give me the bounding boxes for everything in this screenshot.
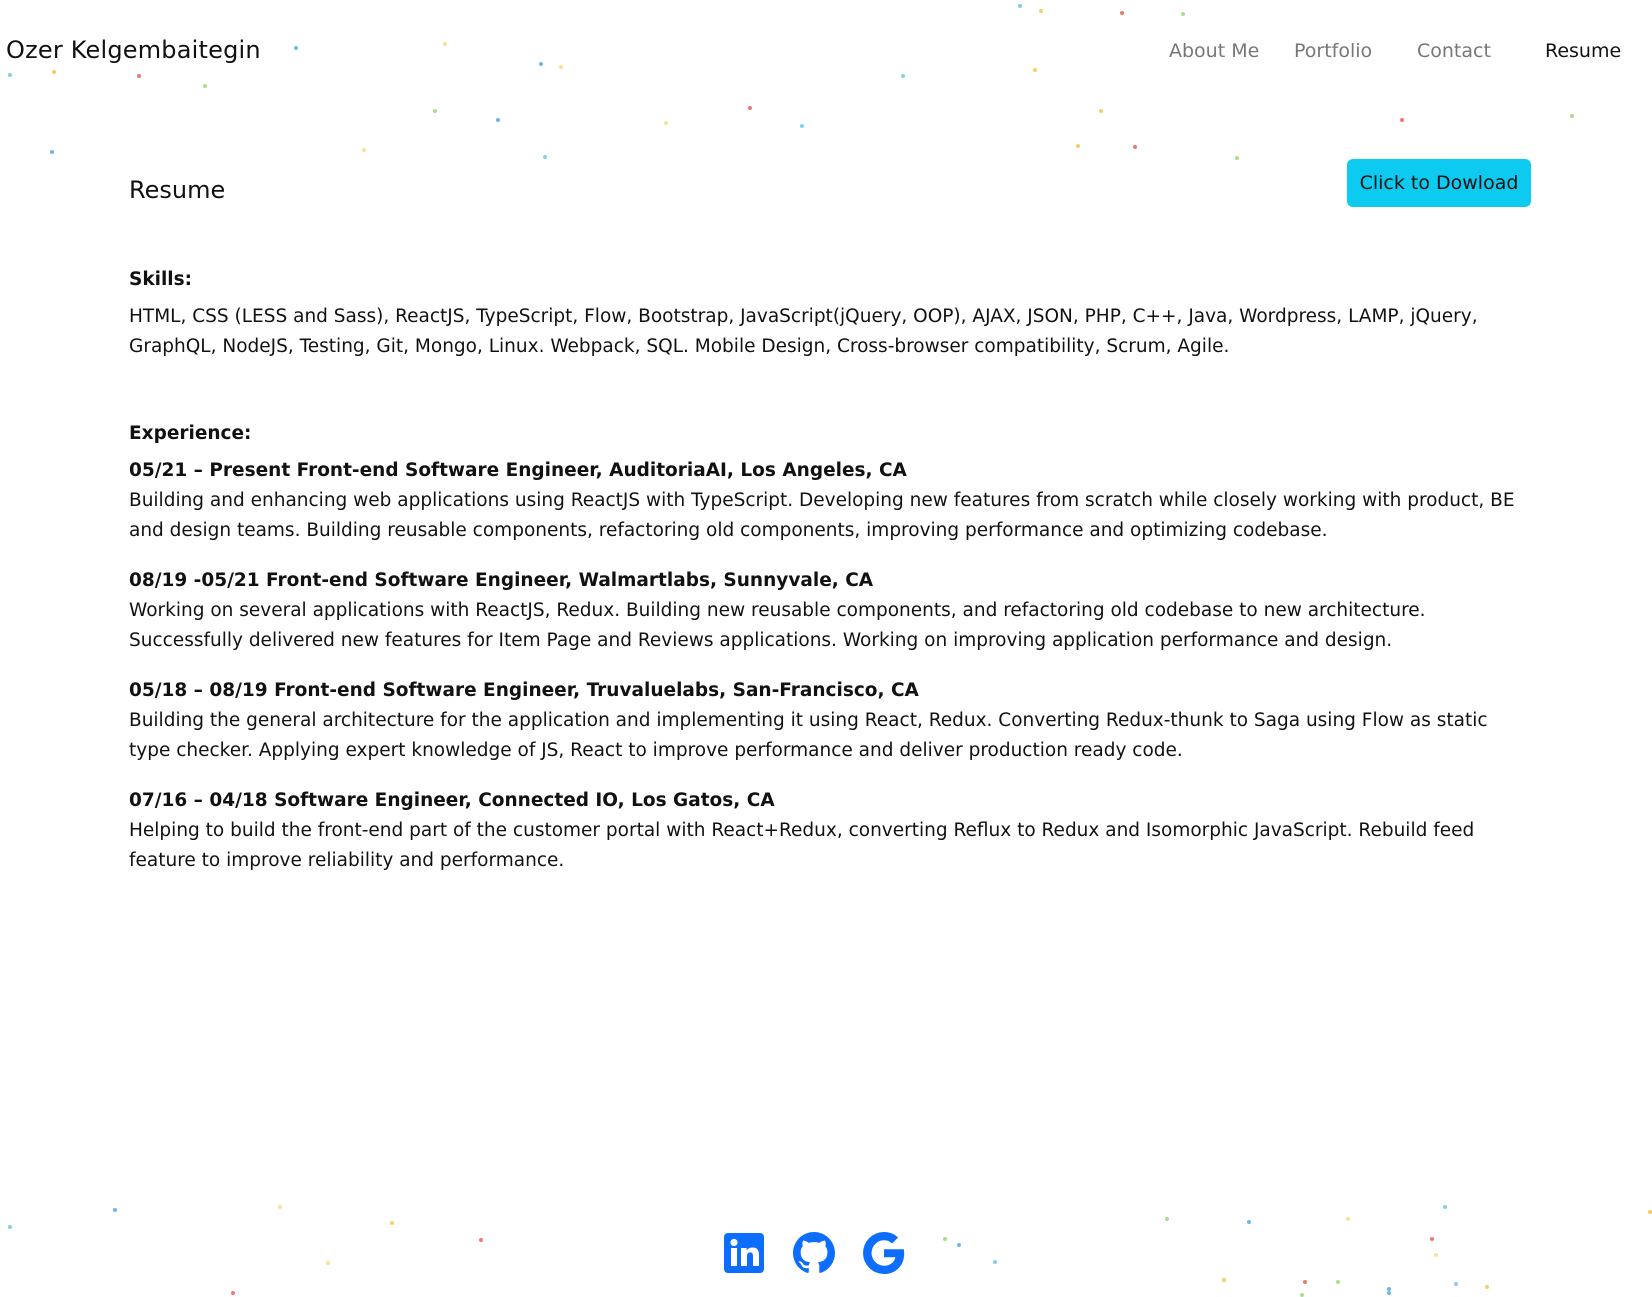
- nav-contact[interactable]: Contact: [1417, 40, 1491, 62]
- confetti-dot: [1485, 1285, 1489, 1289]
- job-title: 05/21 – Present Front-end Software Engin…: [129, 460, 907, 481]
- job-title: 05/18 – 08/19 Front-end Software Enginee…: [129, 680, 919, 701]
- confetti-dot: [1247, 1220, 1251, 1224]
- confetti-dot: [1076, 144, 1080, 148]
- confetti-dot: [1430, 1237, 1434, 1241]
- linkedin-link[interactable]: [723, 1232, 765, 1274]
- confetti-dot: [800, 124, 804, 128]
- confetti-dot: [1039, 9, 1043, 13]
- experience-item: 05/18 – 08/19 Front-end Software Enginee…: [129, 676, 1529, 766]
- confetti-dot: [496, 118, 500, 122]
- confetti-dot: [433, 109, 437, 113]
- confetti-dot: [901, 74, 905, 78]
- confetti-dot: [8, 73, 12, 77]
- job-description: Building the general architecture for th…: [129, 710, 1488, 761]
- confetti-dot: [1099, 109, 1103, 113]
- experience-item: 08/19 -05/21 Front-end Software Engineer…: [129, 566, 1529, 656]
- google-link[interactable]: [863, 1232, 905, 1274]
- confetti-dot: [137, 74, 141, 78]
- confetti-dot: [993, 1260, 997, 1264]
- job-description: Building and enhancing web applications …: [129, 490, 1515, 541]
- confetti-dot: [957, 1243, 961, 1247]
- confetti-dot: [1165, 1217, 1169, 1221]
- confetti-dot: [1303, 1280, 1307, 1284]
- confetti-dot: [1346, 1217, 1350, 1221]
- nav-portfolio[interactable]: Portfolio: [1294, 40, 1372, 62]
- confetti-dot: [1387, 1291, 1391, 1295]
- experience-item: 05/21 – Present Front-end Software Engin…: [129, 456, 1529, 546]
- confetti-dot: [1300, 1293, 1304, 1297]
- confetti-dot: [1120, 11, 1124, 15]
- confetti-dot: [1434, 1253, 1438, 1257]
- confetti-dot: [1443, 1205, 1447, 1209]
- confetti-dot: [362, 148, 366, 152]
- experience-item: 07/16 – 04/18 Software Engineer, Connect…: [129, 786, 1529, 876]
- confetti-dot: [8, 1225, 12, 1229]
- confetti-dot: [203, 84, 207, 88]
- confetti-dot: [1400, 118, 1404, 122]
- confetti-dot: [748, 106, 752, 110]
- confetti-dot: [1336, 1280, 1340, 1284]
- confetti-dot: [479, 1238, 483, 1242]
- confetti-dot: [1570, 114, 1574, 118]
- linkedin-icon: [724, 1233, 764, 1273]
- confetti-dot: [326, 1261, 330, 1265]
- confetti-dot: [278, 1205, 282, 1209]
- confetti-dot: [52, 70, 56, 74]
- github-icon: [793, 1232, 835, 1273]
- confetti-dot: [1018, 4, 1022, 8]
- confetti-dot: [1387, 1287, 1391, 1291]
- confetti-dot: [1454, 1282, 1458, 1286]
- nav-about-me[interactable]: About Me: [1169, 40, 1259, 62]
- skills-heading: Skills:: [129, 269, 193, 290]
- confetti-dot: [1222, 1278, 1226, 1282]
- job-title: 08/19 -05/21 Front-end Software Engineer…: [129, 570, 874, 591]
- nav-resume[interactable]: Resume: [1545, 40, 1621, 62]
- confetti-dot: [50, 150, 54, 154]
- github-link[interactable]: [793, 1232, 835, 1274]
- confetti-dot: [113, 1208, 117, 1212]
- confetti-dot: [664, 121, 668, 125]
- job-title: 07/16 – 04/18 Software Engineer, Connect…: [129, 790, 775, 811]
- experience-heading: Experience:: [129, 423, 252, 444]
- confetti-dot: [231, 1291, 235, 1295]
- confetti-dot: [543, 155, 547, 159]
- confetti-dot: [1133, 145, 1137, 149]
- confetti-dot: [1181, 12, 1185, 16]
- job-description: Working on several applications with Rea…: [129, 600, 1426, 651]
- page-title: Resume: [129, 176, 226, 204]
- confetti-dot: [390, 1221, 394, 1225]
- resume-content: Skills: HTML, CSS (LESS and Sass), React…: [129, 265, 1529, 896]
- confetti-dot: [943, 1237, 947, 1241]
- job-description: Helping to build the front-end part of t…: [129, 820, 1475, 871]
- google-icon: [863, 1232, 905, 1274]
- skills-text: HTML, CSS (LESS and Sass), ReactJS, Type…: [129, 306, 1478, 357]
- confetti-dot: [1648, 1210, 1652, 1214]
- download-resume-button[interactable]: Click to Dowload: [1347, 159, 1531, 207]
- confetti-dot: [1235, 156, 1239, 160]
- main-nav: About Me Portfolio Contact Resume: [0, 40, 1652, 70]
